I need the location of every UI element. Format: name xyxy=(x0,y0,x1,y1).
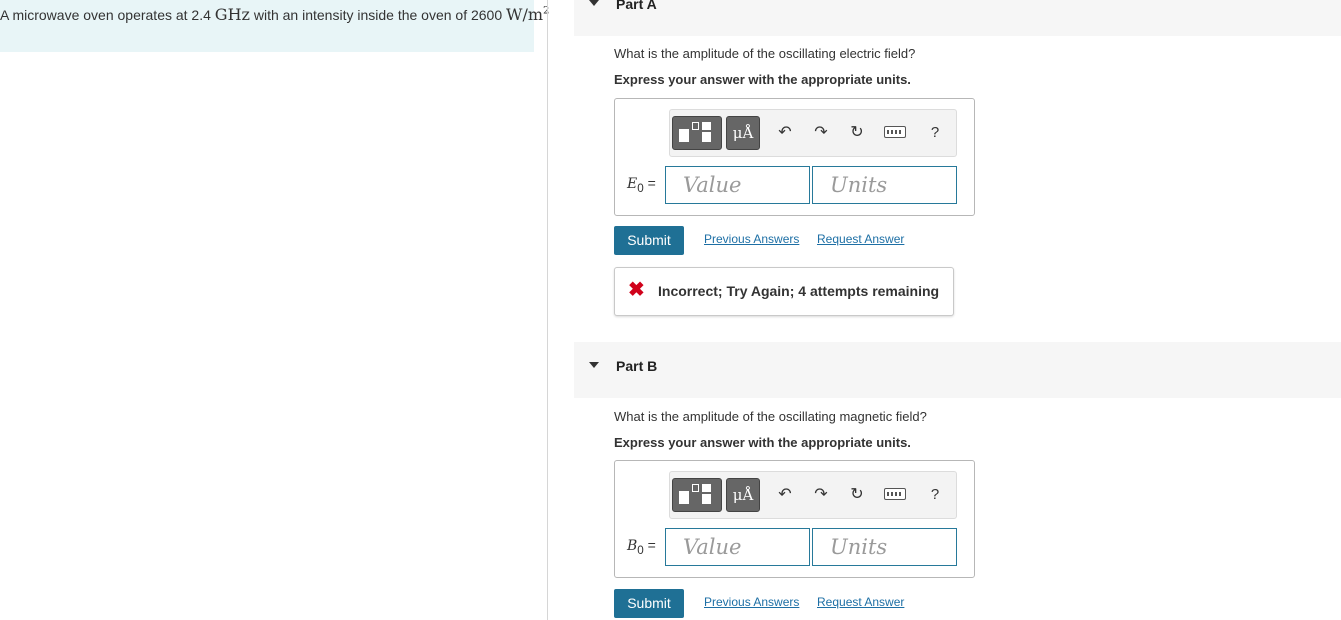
reset-icon[interactable]: ↻ xyxy=(846,485,868,505)
equals-sign: = xyxy=(643,537,656,553)
previous-answers-link[interactable]: Previous Answers xyxy=(704,232,799,246)
templates-button[interactable] xyxy=(672,478,722,512)
template-icon xyxy=(679,491,689,504)
undo-icon[interactable]: ↶ xyxy=(774,485,796,505)
part-b-title: Part B xyxy=(616,358,658,374)
frequency-unit: GHz xyxy=(214,5,250,24)
feedback-message: ✖ Incorrect; Try Again; 4 attempts remai… xyxy=(614,267,954,316)
help-icon[interactable]: ? xyxy=(924,123,946,143)
templates-button[interactable] xyxy=(672,116,722,150)
part-b-header[interactable]: Part B xyxy=(574,342,1341,398)
intensity-unit: W/m2 xyxy=(506,5,549,24)
value-input[interactable]: Value xyxy=(665,166,810,204)
collapse-caret-icon[interactable] xyxy=(589,362,599,368)
request-answer-link[interactable]: Request Answer xyxy=(817,232,904,246)
problem-statement-box: A microwave oven operates at 2.4 GHz wit… xyxy=(0,0,549,52)
undo-icon[interactable]: ↶ xyxy=(774,123,796,143)
keyboard-icon[interactable] xyxy=(884,126,906,138)
variable-symbol: B xyxy=(627,538,638,554)
collapse-caret-icon[interactable] xyxy=(589,0,599,6)
redo-icon[interactable]: ↷ xyxy=(810,123,832,143)
submit-button[interactable]: Submit xyxy=(614,589,684,618)
units-button[interactable]: μÅ xyxy=(726,478,760,512)
value-input[interactable]: Value xyxy=(665,528,810,566)
column-divider xyxy=(547,0,548,620)
part-b-question: What is the amplitude of the oscillating… xyxy=(614,409,927,424)
variable-label: E0 = xyxy=(627,175,656,195)
problem-text-2: with an intensity inside the oven of 260… xyxy=(249,7,507,23)
part-b-instruction: Express your answer with the appropriate… xyxy=(614,435,911,450)
previous-answers-link[interactable]: Previous Answers xyxy=(704,595,799,609)
help-icon[interactable]: ? xyxy=(924,485,946,505)
variable-label: B0 = xyxy=(627,537,656,557)
units-input[interactable]: Units xyxy=(812,528,957,566)
math-toolbar: μÅ ↶ ↷ ↻ ? xyxy=(669,109,957,157)
keyboard-icon[interactable] xyxy=(884,488,906,500)
part-a-header[interactable]: Part A xyxy=(574,0,1341,36)
equals-sign: = xyxy=(643,175,656,191)
variable-symbol: E xyxy=(627,176,638,192)
math-toolbar: μÅ ↶ ↷ ↻ ? xyxy=(669,471,957,519)
part-b-answer-box: μÅ ↶ ↷ ↻ ? B0 = Value Units xyxy=(614,460,975,578)
template-icon xyxy=(679,129,689,142)
intensity-unit-base: W/m xyxy=(506,5,544,24)
part-a-question: What is the amplitude of the oscillating… xyxy=(614,46,916,61)
problem-statement: A microwave oven operates at 2.4 GHz wit… xyxy=(0,5,549,24)
units-input[interactable]: Units xyxy=(812,166,957,204)
error-x-icon: ✖ xyxy=(628,279,645,301)
redo-icon[interactable]: ↷ xyxy=(810,485,832,505)
units-button[interactable]: μÅ xyxy=(726,116,760,150)
problem-text-1: A microwave oven operates at 2.4 xyxy=(0,7,215,23)
part-a-instruction: Express your answer with the appropriate… xyxy=(614,72,911,87)
reset-icon[interactable]: ↻ xyxy=(846,123,868,143)
request-answer-link[interactable]: Request Answer xyxy=(817,595,904,609)
submit-button[interactable]: Submit xyxy=(614,226,684,255)
part-a-title: Part A xyxy=(616,0,657,12)
feedback-text: Incorrect; Try Again; 4 attempts remaini… xyxy=(658,283,940,299)
part-a-answer-box: μÅ ↶ ↷ ↻ ? E0 = Value Units xyxy=(614,98,975,216)
